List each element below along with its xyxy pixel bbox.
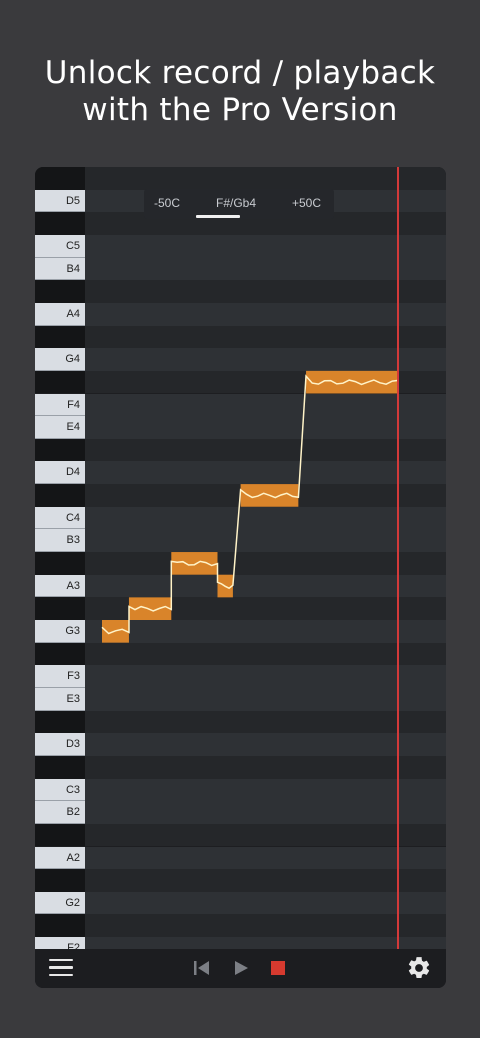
promo-heading: Unlock record / playback with the Pro Ve… (0, 55, 480, 129)
menu-icon[interactable] (49, 957, 73, 979)
app-frame: D5 C5 B4 A4 G4 F4 E4 D4 C4 B3 A3 G3 F3 E3 D3 C3 B2 A2 G2 F2… (35, 167, 446, 988)
promo-line-2: with the Pro Version (82, 92, 398, 128)
tuner-plus-label: +50C (292, 196, 322, 210)
detected-note (306, 370, 399, 394)
tuner-needle (196, 215, 240, 218)
tuner-minus-label: -50C (154, 196, 181, 210)
record-stop-icon[interactable] (270, 957, 286, 979)
play-icon[interactable] (233, 957, 249, 979)
pitch-graph (101, 370, 399, 643)
promo-line-1: Unlock record / playback (44, 55, 436, 91)
tuner-display: -50C F#/Gb4 +50C (144, 189, 334, 219)
piano-roll[interactable]: D5 C5 B4 A4 G4 F4 E4 D4 C4 B3 A3 G3 F3 E3 D3 C3 B2 A2 G2 F2… (35, 167, 446, 949)
tuner-note-label: F#/Gb4 (216, 196, 257, 210)
bottom-toolbar (35, 949, 446, 988)
playhead-cursor (397, 167, 399, 949)
skip-back-icon[interactable] (193, 957, 211, 979)
gear-icon[interactable] (406, 955, 432, 978)
detected-note (171, 552, 218, 575)
